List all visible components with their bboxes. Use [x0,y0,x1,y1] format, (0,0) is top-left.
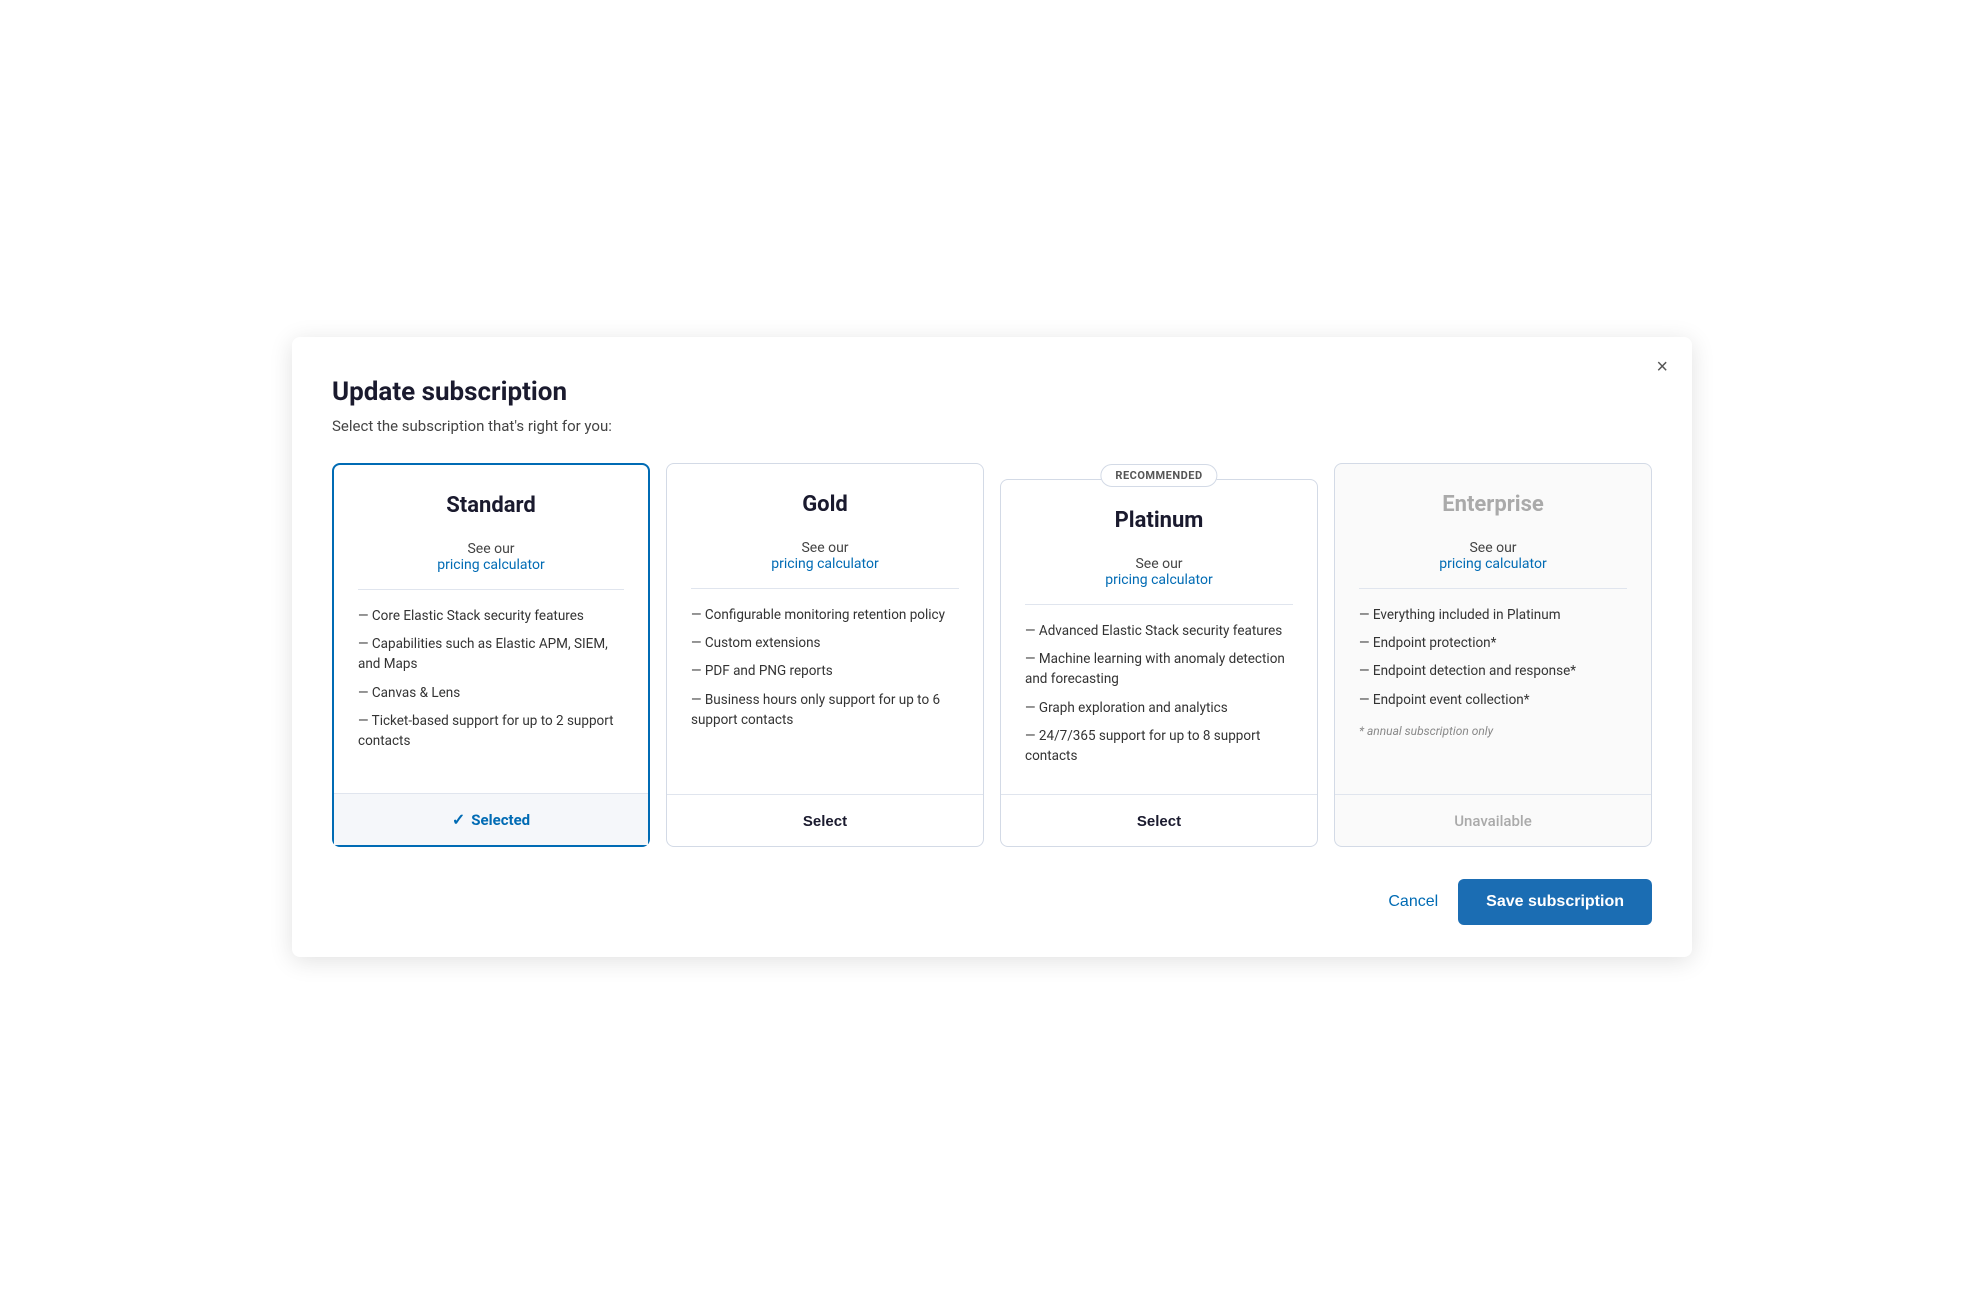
list-item: PDF and PNG reports [691,661,959,681]
list-item: Endpoint event collection* [1359,690,1627,710]
modal-actions: Cancel Save subscription [332,879,1652,925]
list-item: Canvas & Lens [358,683,624,703]
plan-divider-platinum [1025,604,1293,605]
list-item: Core Elastic Stack security features [358,606,624,626]
cancel-button[interactable]: Cancel [1388,893,1438,911]
list-item: Machine learning with anomaly detection … [1025,649,1293,690]
plan-card-enterprise: Enterprise See our pricing calculator Ev… [1334,463,1652,848]
plan-selected-label: ✓ Selected [358,810,624,829]
plan-footer-platinum: Select [1001,794,1317,846]
plan-card-platinum: RECOMMENDED Platinum See our pricing cal… [1000,479,1318,848]
modal-subtitle: Select the subscription that's right for… [332,417,1652,435]
list-item: Endpoint protection* [1359,633,1627,653]
plan-pricing-see-enterprise: See our [1469,540,1516,556]
plan-features-standard: Core Elastic Stack security features Cap… [358,606,624,774]
plan-pricing-platinum: See our pricing calculator [1025,553,1293,588]
list-item: Business hours only support for up to 6 … [691,690,959,731]
modal-title: Update subscription [332,377,1652,407]
plan-pricing-enterprise: See our pricing calculator [1359,537,1627,572]
plan-body-standard: Standard See our pricing calculator Core… [334,465,648,794]
plan-pricing-see-platinum: See our [1135,556,1182,572]
plan-features-platinum: Advanced Elastic Stack security features… [1025,621,1293,775]
plan-body-gold: Gold See our pricing calculator Configur… [667,464,983,795]
plan-pricing-link-standard[interactable]: pricing calculator [358,557,624,573]
plan-body-platinum: Platinum See our pricing calculator Adva… [1001,480,1317,795]
plan-name-platinum: Platinum [1025,508,1293,533]
plan-name-gold: Gold [691,492,959,517]
plan-card-standard: Standard See our pricing calculator Core… [332,463,650,848]
plan-name-enterprise: Enterprise [1359,492,1627,517]
plan-pricing-see-gold: See our [801,540,848,556]
list-item: Endpoint detection and response* [1359,661,1627,681]
plan-divider-gold [691,588,959,589]
selected-text: Selected [471,811,530,829]
plan-footer-standard: ✓ Selected [334,793,648,845]
list-item: Configurable monitoring retention policy [691,605,959,625]
plan-divider-standard [358,589,624,590]
plan-pricing-gold: See our pricing calculator [691,537,959,572]
plan-pricing-standard: See our pricing calculator [358,538,624,573]
unavailable-label: Unavailable [1454,812,1532,830]
list-item: Capabilities such as Elastic APM, SIEM, … [358,634,624,675]
list-item: Graph exploration and analytics [1025,698,1293,718]
plans-grid: Standard See our pricing calculator Core… [332,463,1652,848]
modal: × Update subscription Select the subscri… [292,337,1692,958]
plan-features-enterprise: Everything included in Platinum Endpoint… [1359,605,1627,775]
check-icon: ✓ [452,810,465,829]
plan-footer-gold: Select [667,794,983,846]
plan-features-gold: Configurable monitoring retention policy… [691,605,959,775]
list-item: Ticket-based support for up to 2 support… [358,711,624,752]
select-platinum-button[interactable]: Select [1137,813,1181,830]
select-gold-button[interactable]: Select [803,813,847,830]
plan-pricing-link-platinum[interactable]: pricing calculator [1025,572,1293,588]
plan-divider-enterprise [1359,588,1627,589]
list-item: Custom extensions [691,633,959,653]
plan-card-gold: Gold See our pricing calculator Configur… [666,463,984,848]
annual-note: * annual subscription only [1359,722,1627,740]
plan-name-standard: Standard [358,493,624,518]
save-subscription-button[interactable]: Save subscription [1458,879,1652,925]
recommended-badge: RECOMMENDED [1100,464,1217,487]
list-item: Advanced Elastic Stack security features [1025,621,1293,641]
close-button[interactable]: × [1656,357,1668,377]
plan-pricing-link-gold[interactable]: pricing calculator [691,556,959,572]
plan-body-enterprise: Enterprise See our pricing calculator Ev… [1335,464,1651,795]
plan-pricing-see-standard: See our [467,541,514,557]
list-item: 24/7/365 support for up to 8 support con… [1025,726,1293,767]
list-item: Everything included in Platinum [1359,605,1627,625]
plan-footer-enterprise: Unavailable [1335,794,1651,846]
plan-pricing-link-enterprise[interactable]: pricing calculator [1359,556,1627,572]
recommended-badge-container: RECOMMENDED [1100,464,1217,483]
